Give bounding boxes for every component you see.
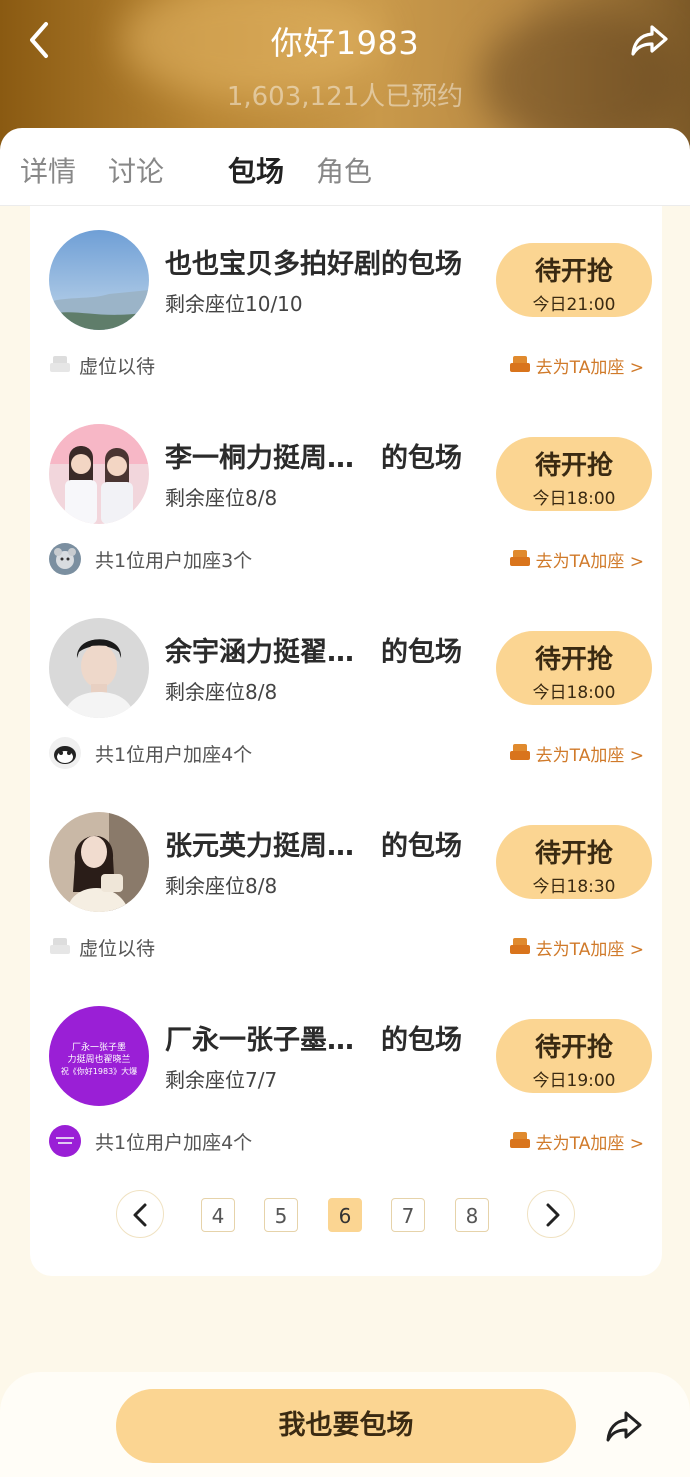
screening-title: 张元英力挺周… 的包场 [165, 831, 462, 862]
add-seat-link[interactable]: 去为TA加座 > [509, 1126, 644, 1156]
two-girls-avatar-icon [49, 424, 149, 524]
page-5[interactable]: 5 [264, 1198, 298, 1232]
grab-button-label: 待开抢 [534, 257, 613, 287]
seat-status: 共1位用户加座4个 [49, 1125, 253, 1157]
grab-time: 今日19:00 [532, 1071, 616, 1091]
add-seat-link-label: 去为TA加座 > [535, 551, 644, 572]
user-avatar [49, 737, 81, 769]
page-title: 你好1983 [270, 24, 420, 62]
grab-button[interactable]: 待开抢 今日19:00 [496, 1019, 652, 1093]
user-avatar [49, 543, 81, 575]
purple-text-avatar-icon: 厂永一张子墨 力挺周也翟晓兰 祝《你好1983》大爆 [49, 1006, 149, 1106]
seat-status-text: 共1位用户加座3个 [95, 549, 253, 572]
avatar-text-line: 力挺周也翟晓兰 [67, 1053, 130, 1065]
remaining-seats: 剩余座位10/10 [165, 292, 303, 316]
sofa-icon [509, 938, 530, 954]
seat-status-text: 共1位用户加座4个 [95, 743, 253, 766]
screening-title: 余宇涵力挺翟… 的包场 [165, 637, 462, 668]
tab-private-screening[interactable]: 包场 [228, 150, 284, 190]
add-seat-link[interactable]: 去为TA加座 > [509, 544, 644, 574]
share-icon [631, 25, 668, 56]
grab-button[interactable]: 待开抢 今日18:00 [496, 631, 652, 705]
page-4[interactable]: 4 [201, 1198, 235, 1232]
screening-title: 李一桐力挺周… 的包场 [165, 443, 462, 474]
empty-seat-icon [50, 356, 70, 372]
remaining-seats: 剩余座位7/7 [165, 1068, 278, 1092]
seat-status-text: 虚位以待 [79, 937, 156, 960]
seat-status-text: 共1位用户加座4个 [95, 1131, 253, 1154]
empty-seat-icon [50, 938, 70, 954]
seat-status-text: 虚位以待 [79, 355, 156, 378]
sofa-icon [509, 744, 530, 760]
share-icon [606, 1411, 642, 1442]
grab-button-label: 待开抢 [534, 451, 613, 481]
seat-status: 虚位以待 [49, 932, 155, 962]
screening-title: 厂永一张子墨… 的包场 [165, 1025, 462, 1056]
user-avatar [49, 1125, 81, 1157]
list-item[interactable]: 李一桐力挺周… 的包场 剩余座位8/8 待开抢 今日18:00 共1位用户加座3… [30, 400, 662, 594]
add-seat-link[interactable]: 去为TA加座 > [509, 932, 644, 962]
reservation-count: 1,603,121人已预约 [226, 82, 464, 112]
next-page-button[interactable] [527, 1190, 575, 1238]
remaining-seats: 剩余座位8/8 [165, 680, 278, 704]
list-item[interactable]: 张元英力挺周… 的包场 剩余座位8/8 待开抢 今日18:30 虚位以待 去为T… [30, 788, 662, 982]
list-item[interactable]: 也也宝贝多拍好剧的包场 剩余座位10/10 待开抢 今日21:00 虚位以待 去… [30, 206, 662, 400]
sofa-icon [509, 550, 530, 566]
sofa-icon [509, 356, 530, 372]
grab-time: 今日18:00 [532, 489, 616, 509]
remaining-seats: 剩余座位8/8 [165, 874, 278, 898]
add-seat-link[interactable]: 去为TA加座 > [509, 350, 644, 380]
remaining-seats: 剩余座位8/8 [165, 486, 278, 510]
landscape-avatar-icon [49, 230, 149, 330]
grab-time: 今日18:00 [532, 683, 616, 703]
add-seat-link-label: 去为TA加座 > [535, 357, 644, 378]
list-item[interactable]: 余宇涵力挺翟… 的包场 剩余座位8/8 待开抢 今日18:00 共1位用户加座4… [30, 594, 662, 788]
page-7[interactable]: 7 [391, 1198, 425, 1232]
grab-button[interactable]: 待开抢 今日18:00 [496, 437, 652, 511]
book-screening-button[interactable]: 我也要包场 [116, 1389, 576, 1463]
screening-list: 也也宝贝多拍好剧的包场 剩余座位10/10 待开抢 今日21:00 虚位以待 去… [30, 206, 662, 1276]
screening-title: 也也宝贝多拍好剧的包场 [165, 249, 462, 280]
pagination: 4 5 6 7 8 [30, 1190, 662, 1240]
tab-bar: 详情 讨论 包场 角色 [0, 128, 690, 206]
tab-details[interactable]: 详情 [20, 150, 76, 190]
chevron-left-icon [133, 1203, 147, 1227]
avatar-text-line: 厂永一张子墨 [72, 1041, 126, 1053]
seat-status: 共1位用户加座4个 [49, 737, 253, 769]
bottom-action-bar: 我也要包场 [0, 1372, 690, 1477]
tab-discussion[interactable]: 讨论 [108, 150, 164, 190]
page-6-current[interactable]: 6 [328, 1198, 362, 1232]
add-seat-link-label: 去为TA加座 > [535, 939, 644, 960]
avatar-text-line: 祝《你好1983》大爆 [61, 1066, 137, 1076]
seat-status: 共1位用户加座3个 [49, 543, 253, 575]
girl-portrait-avatar-icon [49, 812, 149, 912]
seat-status: 虚位以待 [49, 350, 155, 380]
share-button[interactable] [628, 18, 672, 62]
grab-button-label: 待开抢 [534, 645, 613, 675]
add-seat-link[interactable]: 去为TA加座 > [509, 738, 644, 768]
list-item[interactable]: 厂永一张子墨 力挺周也翟晓兰 祝《你好1983》大爆 厂永一张子墨… 的包场 剩… [30, 982, 662, 1176]
prev-page-button[interactable] [116, 1190, 164, 1238]
grab-button[interactable]: 待开抢 今日18:30 [496, 825, 652, 899]
page-8[interactable]: 8 [455, 1198, 489, 1232]
grab-button-label: 待开抢 [534, 839, 613, 869]
man-portrait-avatar-icon [49, 618, 149, 718]
add-seat-link-label: 去为TA加座 > [535, 745, 644, 766]
grab-button-label: 待开抢 [534, 1033, 613, 1063]
add-seat-link-label: 去为TA加座 > [535, 1133, 644, 1154]
chevron-right-icon [546, 1203, 560, 1227]
grab-time: 今日21:00 [532, 295, 616, 315]
grab-time: 今日18:30 [532, 877, 616, 897]
sofa-icon [509, 1132, 530, 1148]
grab-button[interactable]: 待开抢 今日21:00 [496, 243, 652, 317]
tab-characters[interactable]: 角色 [316, 150, 372, 190]
share-button-bottom[interactable] [604, 1408, 644, 1444]
